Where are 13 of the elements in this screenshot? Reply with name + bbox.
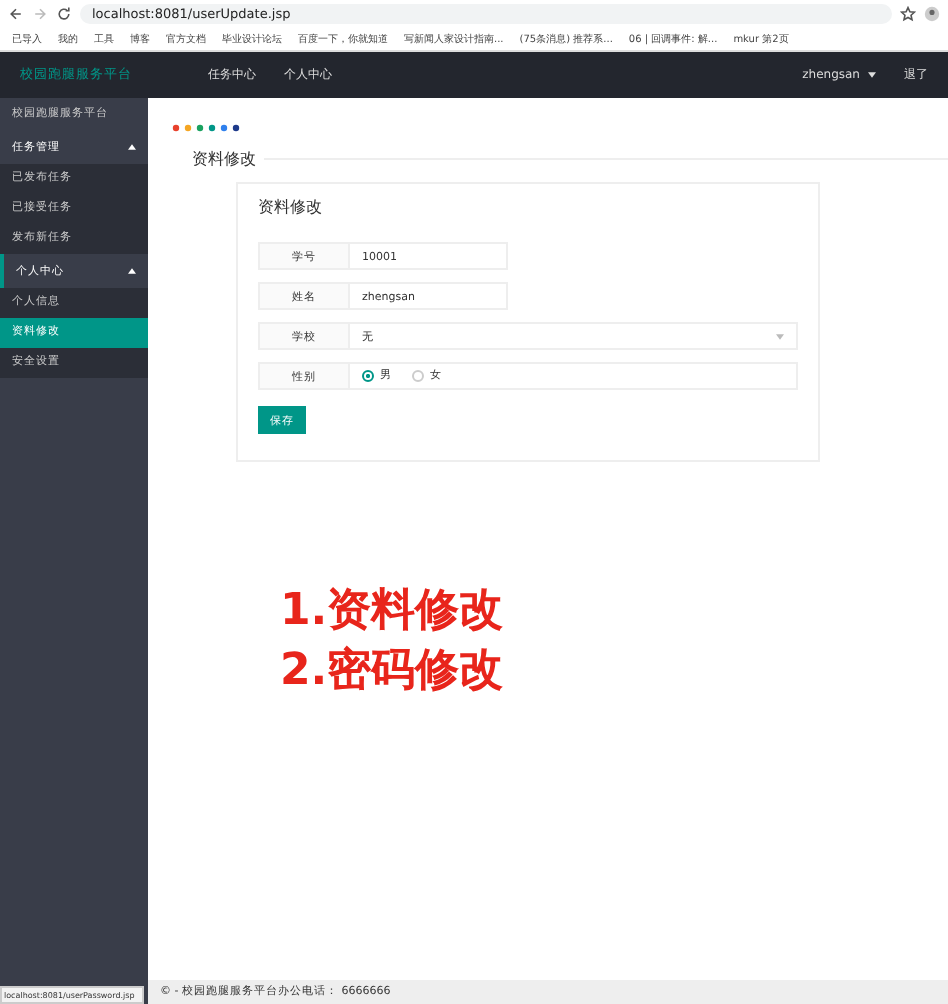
caret-up-icon [128,144,136,150]
star-icon[interactable] [900,6,916,22]
profile-icon[interactable] [924,6,940,22]
caret-down-icon [776,333,784,339]
page-title: 资料修改 [192,148,256,170]
reload-icon[interactable] [56,6,72,22]
annotation-text: 2.密码修改 [280,643,506,700]
back-icon[interactable] [8,6,24,22]
form-title: 资料修改 [258,196,324,218]
caret-down-icon[interactable] [868,72,876,78]
caret-up-icon [128,268,136,274]
dots-drawing [172,124,240,132]
annotation-text: 1.资料修改 [280,584,506,640]
